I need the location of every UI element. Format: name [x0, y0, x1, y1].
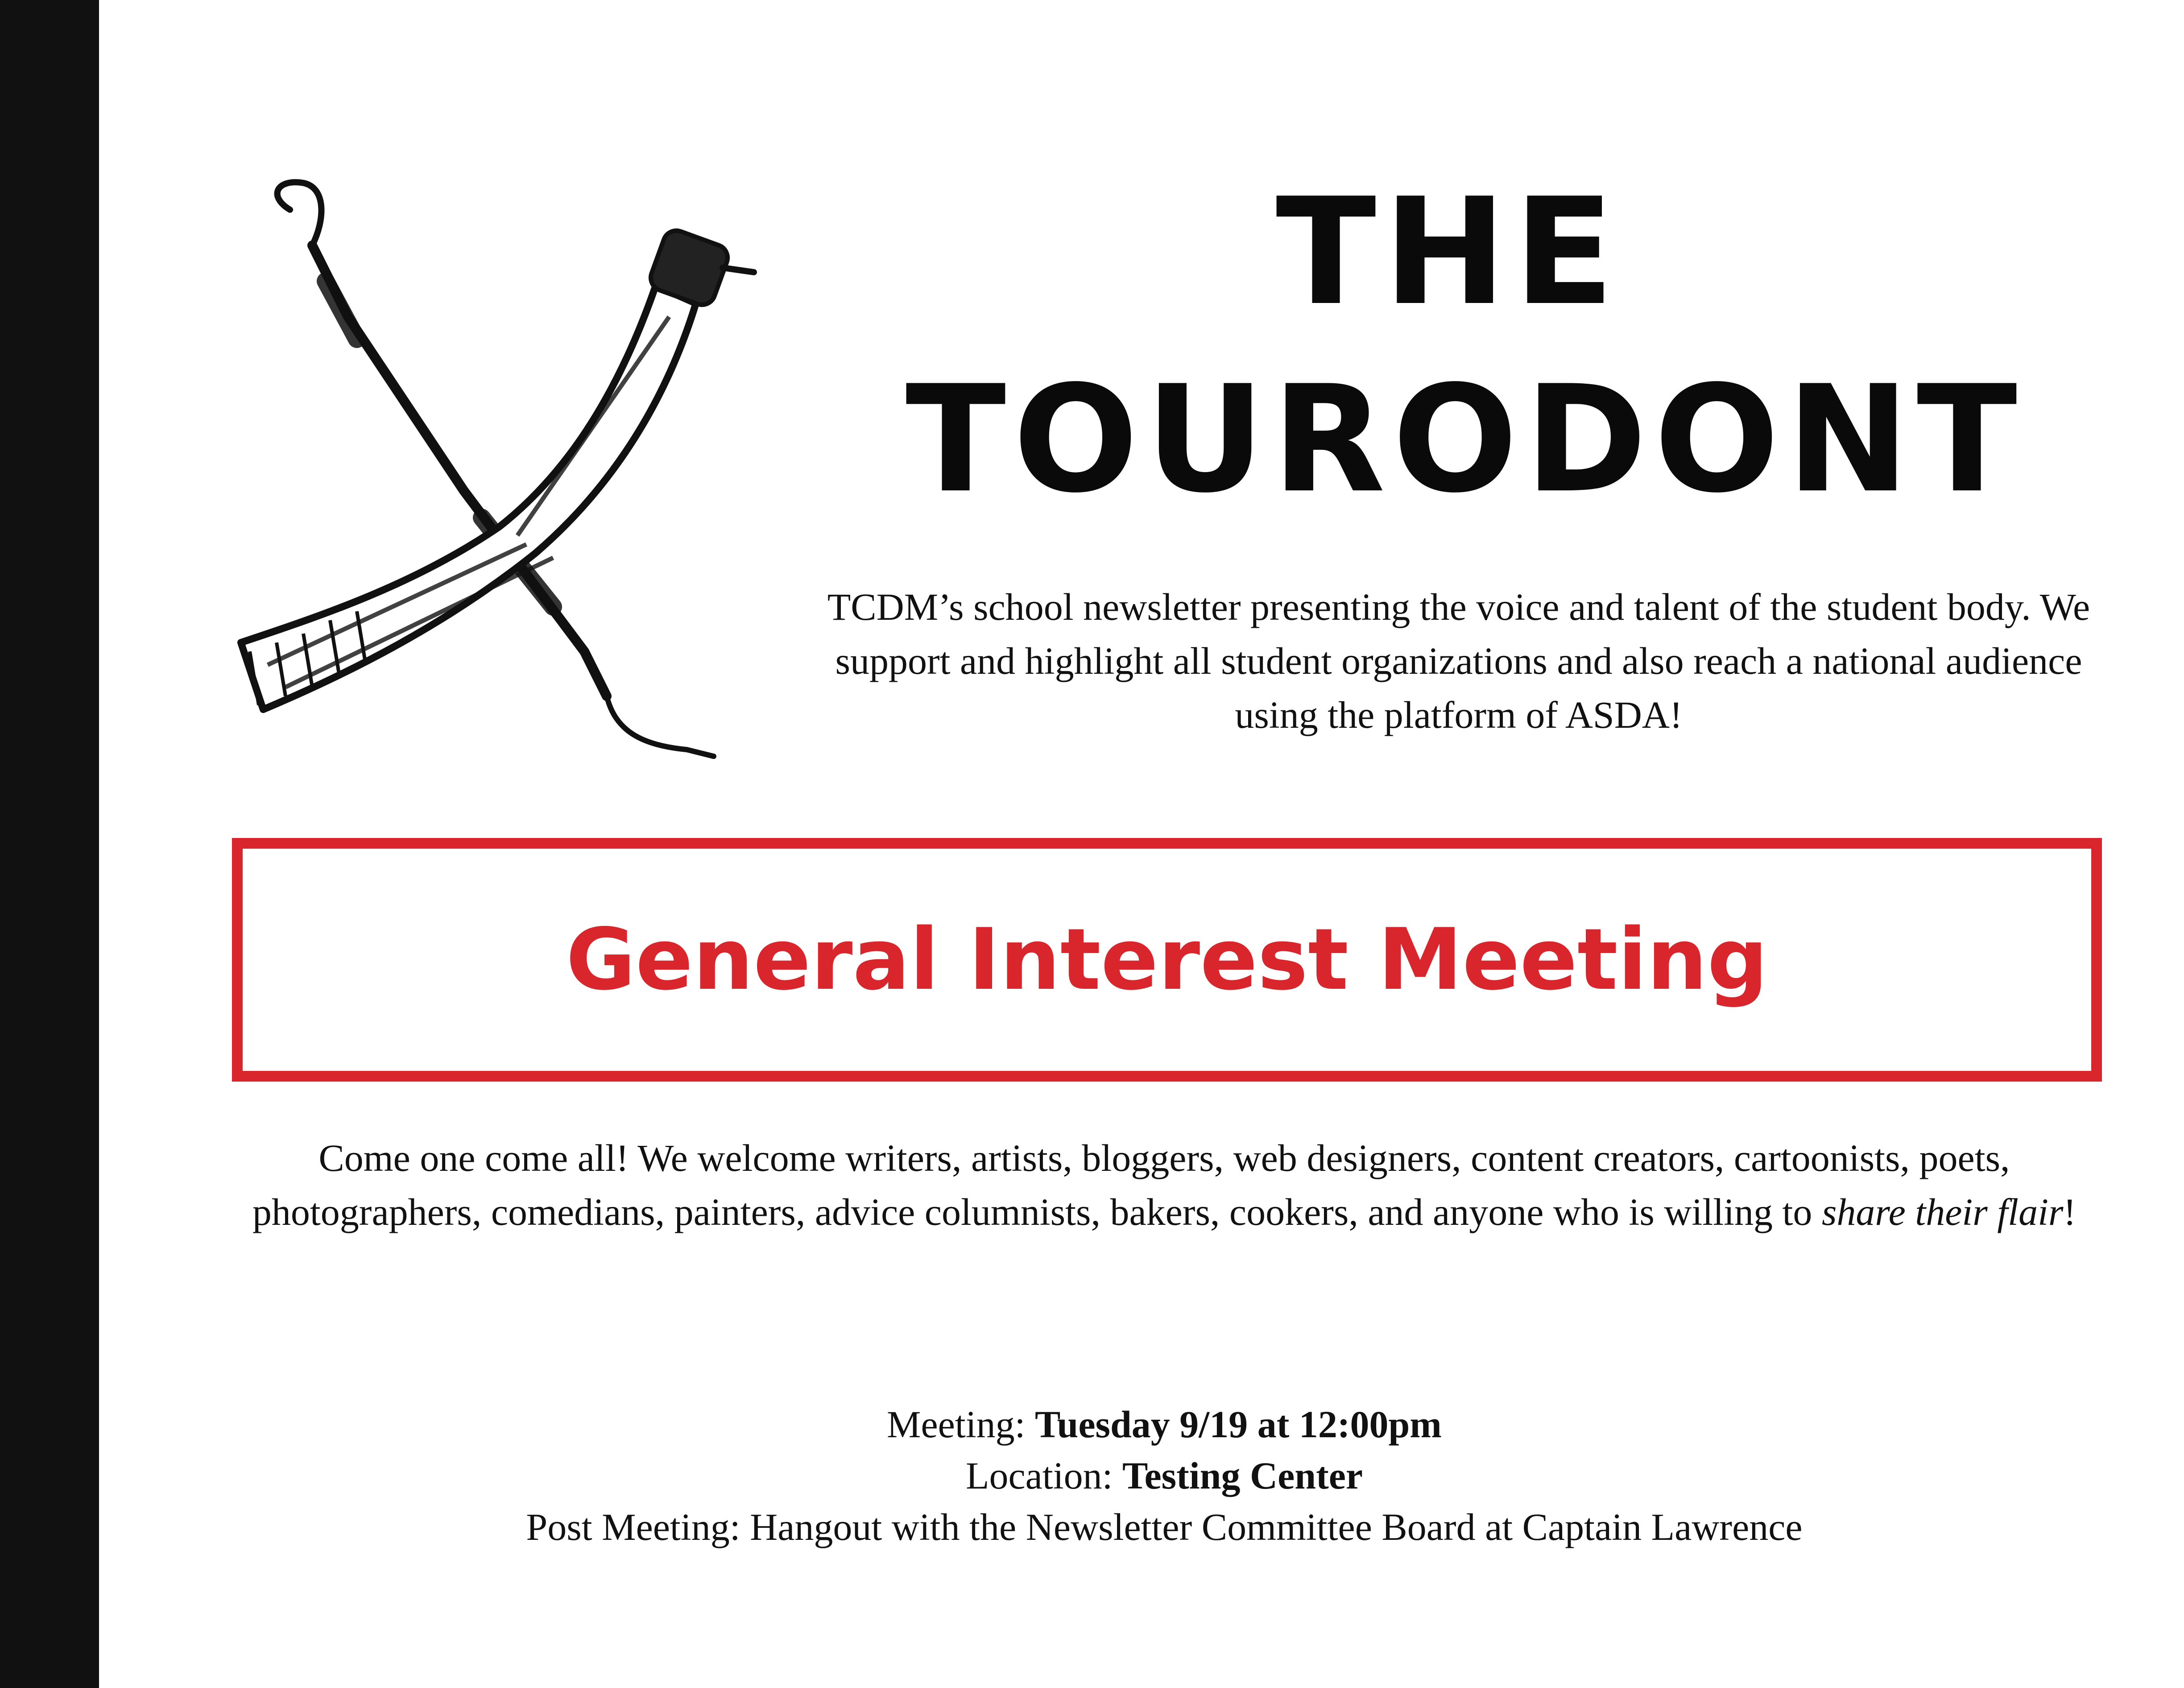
meeting-details: Meeting: Tuesday 9/19 at 12:00pm Locatio…	[214, 1399, 2114, 1553]
banner-title: General Interest Meeting	[566, 910, 1768, 1009]
meeting-line: Meeting: Tuesday 9/19 at 12:00pm	[214, 1399, 2114, 1450]
meeting-value: Tuesday 9/19 at 12:00pm	[1035, 1403, 1442, 1446]
page-spine	[0, 0, 99, 1688]
intro-paragraph: Come one come all! We welcome writers, a…	[214, 1131, 2114, 1239]
intro-text: Come one come all! We welcome writers, a…	[252, 1136, 2010, 1233]
crossed-dental-tools-icon	[237, 179, 757, 759]
intro-end: !	[2063, 1190, 2076, 1233]
masthead-tagline: TCDM’s school newsletter presenting the …	[827, 585, 2090, 736]
masthead-title-line2: TOURODONT	[906, 354, 2024, 525]
location-value: Testing Center	[1122, 1454, 1363, 1497]
location-line: Location: Testing Center	[214, 1450, 2114, 1501]
post-meeting-line: Post Meeting: Hangout with the Newslette…	[526, 1506, 1803, 1548]
location-label: Location:	[965, 1454, 1122, 1497]
meeting-banner: General Interest Meeting	[232, 838, 2102, 1082]
masthead-title-line1: THE	[1276, 166, 1621, 338]
intro-emphasis: share their flair	[1821, 1190, 2064, 1233]
meeting-label: Meeting:	[887, 1403, 1035, 1446]
